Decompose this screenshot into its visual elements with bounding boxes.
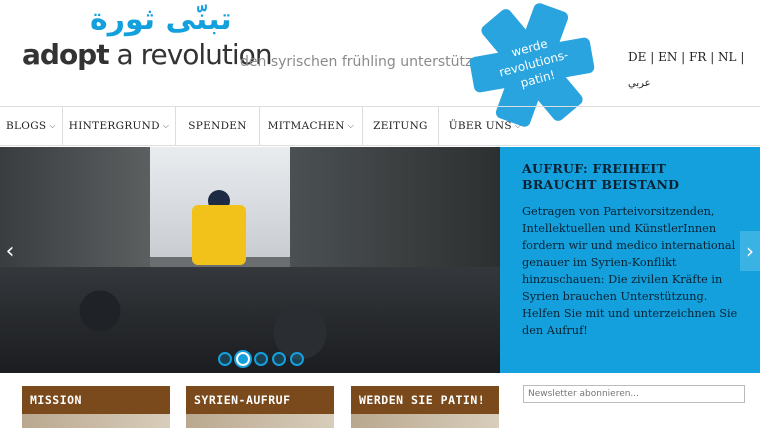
nav-item-ueber-uns[interactable]: ÜBER UNS ⌵ [439, 107, 531, 145]
lang-de[interactable]: DE [628, 50, 646, 64]
newsletter-input[interactable] [523, 385, 745, 403]
callout-title[interactable]: AUFRUF: FREIHEIT BRAUCHT BEISTAND [522, 161, 740, 193]
site-tagline: den syrischen frühling unterstützen [240, 54, 490, 70]
nav-label: BLOGS [6, 120, 47, 132]
nav-item-spenden[interactable]: SPENDEN [176, 107, 260, 145]
site-logo[interactable]: adopt a revolution [22, 38, 273, 71]
site-header: تبنّى ثورة adopt a revolution den syrisc… [0, 0, 760, 127]
slider-dot-1[interactable] [218, 352, 232, 366]
slider-dot-2[interactable] [236, 352, 250, 366]
nav-label: HINTERGRUND [68, 120, 160, 132]
callout-body: Getragen von Parteivorsitzenden, Intelle… [522, 205, 738, 337]
main-nav: BLOGS ⌵ HINTERGRUND ⌵ SPENDEN MITMACHEN ⌵ Z… [0, 106, 760, 146]
nav-label: ZEITUNG [373, 120, 428, 132]
lang-fr[interactable]: FR [689, 50, 706, 64]
box-image [22, 414, 170, 428]
box-title: WERDEN SIE PATIN! [351, 386, 499, 414]
box-title: MISSION [22, 386, 170, 414]
nav-item-blogs[interactable]: BLOGS ⌵ [0, 107, 63, 145]
slider-next-icon[interactable]: › [740, 231, 760, 271]
lang-ar[interactable]: عربي [628, 78, 651, 89]
nav-item-hintergrund[interactable]: HINTERGRUND ⌵ [63, 107, 177, 145]
chevron-down-icon: ⌵ [162, 121, 170, 130]
logo-arabic[interactable]: تبنّى ثورة [90, 2, 232, 37]
nav-item-zeitung[interactable]: ZEITUNG [363, 107, 439, 145]
slider-dot-4[interactable] [272, 352, 286, 366]
chevron-down-icon: ⌵ [514, 121, 522, 130]
hero-slider-image[interactable] [0, 147, 500, 373]
box-image [351, 414, 499, 428]
nav-item-mitmachen[interactable]: MITMACHEN ⌵ [260, 107, 364, 145]
slider-dot-5[interactable] [290, 352, 304, 366]
logo-word-adopt: adopt [22, 38, 110, 71]
chevron-down-icon: ⌵ [49, 121, 56, 130]
hero-figure-jacket [192, 205, 246, 265]
nav-label: ÜBER UNS [448, 120, 512, 132]
chevron-down-icon: ⌵ [347, 121, 355, 130]
lang-en[interactable]: EN [658, 50, 677, 64]
lang-nl[interactable]: NL [718, 50, 736, 64]
box-mission[interactable]: MISSION [22, 386, 170, 428]
featured-callout: AUFRUF: FREIHEIT BRAUCHT BEISTAND Getrag… [500, 147, 760, 373]
slider-dot-3[interactable] [254, 352, 268, 366]
box-syrien-aufruf[interactable]: SYRIEN-AUFRUF [186, 386, 334, 428]
nav-label: SPENDEN [188, 120, 247, 132]
nav-label: MITMACHEN [267, 120, 345, 132]
box-werden-sie-patin[interactable]: WERDEN SIE PATIN! [351, 386, 499, 428]
box-title: SYRIEN-AUFRUF [186, 386, 334, 414]
box-image [186, 414, 334, 428]
language-switcher: DE | EN | FR | NL | [628, 50, 745, 64]
slider-dots [218, 352, 304, 366]
slider-prev-icon[interactable]: ‹ [0, 231, 20, 271]
